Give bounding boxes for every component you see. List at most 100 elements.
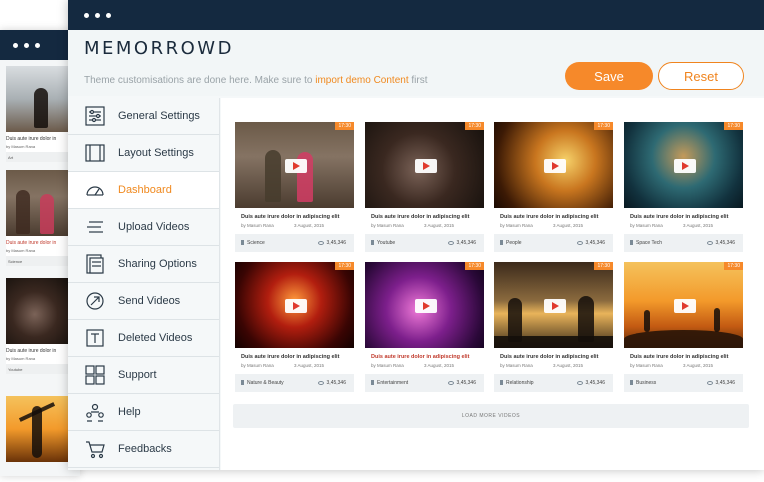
- background-video-card[interactable]: Duis aute irure dolor in by Masum Rana A…: [6, 66, 70, 162]
- video-category[interactable]: People: [500, 240, 522, 246]
- video-thumbnail[interactable]: [6, 396, 70, 462]
- video-thumbnail[interactable]: 17:30: [494, 262, 613, 348]
- play-icon[interactable]: [544, 159, 566, 173]
- video-duration: 17:30: [724, 122, 743, 130]
- category-icon: [241, 380, 244, 386]
- video-date: 3 August, 2015: [683, 363, 714, 368]
- video-duration: 17:30: [465, 262, 484, 270]
- video-title[interactable]: Duis aute irure dolor in adipiscing elit: [241, 354, 339, 360]
- play-icon[interactable]: [674, 159, 696, 173]
- screen: Duis aute irure dolor in by Masum Rana A…: [0, 0, 764, 482]
- video-thumbnail[interactable]: 17:30: [494, 122, 613, 208]
- sidebar-item-upload-videos[interactable]: Upload Videos: [68, 209, 219, 246]
- video-category[interactable]: Art: [6, 152, 70, 162]
- video-author: by Masum Rana: [371, 223, 404, 228]
- video-thumbnail[interactable]: 17:30: [235, 262, 354, 348]
- video-meta: Nature & Beauty 3,45,346: [235, 374, 354, 392]
- video-thumbnail[interactable]: [6, 170, 70, 236]
- video-category[interactable]: Relationship: [500, 380, 534, 386]
- video-card[interactable]: 17:30 Duis aute irure dolor in adipiscin…: [624, 122, 743, 254]
- video-title[interactable]: Duis aute irure dolor in adipiscing elit: [371, 214, 469, 220]
- sidebar-item-label: Dashboard: [118, 184, 172, 196]
- video-title[interactable]: Duis aute irure dolor in adipiscing elit: [630, 354, 728, 360]
- video-card[interactable]: 17:30 Duis aute irure dolor in adipiscin…: [624, 262, 743, 394]
- sidebar-item-layout-settings[interactable]: Layout Settings: [68, 135, 219, 172]
- window-dot-icon: [35, 42, 40, 48]
- category-icon: [500, 380, 503, 386]
- play-icon[interactable]: [674, 299, 696, 313]
- video-card[interactable]: 17:30 Duis aute irure dolor in adipiscin…: [235, 262, 354, 394]
- background-video-card[interactable]: Duis aute irure dolor in by Masum Rana Y…: [6, 278, 70, 374]
- video-category[interactable]: Science: [241, 240, 265, 246]
- play-icon[interactable]: [544, 299, 566, 313]
- video-thumbnail[interactable]: [6, 66, 70, 132]
- video-category[interactable]: Entertainment: [371, 380, 408, 386]
- background-video-card[interactable]: Duis aute irure dolor in by Masum Rana S…: [6, 170, 70, 266]
- video-card[interactable]: 17:30 Duis aute irure dolor in adipiscin…: [235, 122, 354, 254]
- sidebar-item-help[interactable]: Help: [68, 394, 219, 431]
- video-author: by Masum Rana: [6, 248, 36, 253]
- video-duration: 17:30: [724, 262, 743, 270]
- video-views: 3,45,346: [447, 380, 476, 386]
- video-meta: Business 3,45,346: [624, 374, 743, 392]
- video-card[interactable]: 17:30 Duis aute irure dolor in adipiscin…: [365, 122, 484, 254]
- video-thumbnail[interactable]: 17:30: [365, 262, 484, 348]
- video-card[interactable]: 17:30 Duis aute irure dolor in adipiscin…: [365, 262, 484, 394]
- video-title[interactable]: Duis aute irure dolor in: [6, 240, 70, 246]
- video-meta: Entertainment 3,45,346: [365, 374, 484, 392]
- video-title[interactable]: Duis aute irure dolor in: [6, 136, 70, 142]
- window-dot-icon[interactable]: [95, 12, 100, 18]
- video-views: 3,45,346: [576, 380, 605, 386]
- load-more-button[interactable]: LOAD MORE VIDEOS: [233, 404, 749, 428]
- video-card[interactable]: 17:30 Duis aute irure dolor in adipiscin…: [494, 122, 613, 254]
- video-date: 3 August, 2015: [424, 363, 455, 368]
- video-date: 3 August, 2015: [553, 223, 584, 228]
- sidebar-item-support[interactable]: Support: [68, 357, 219, 394]
- video-thumbnail[interactable]: 17:30: [624, 122, 743, 208]
- video-thumbnail[interactable]: 17:30: [365, 122, 484, 208]
- video-author: by Masum Rana: [241, 363, 274, 368]
- video-title[interactable]: Duis aute irure dolor in adipiscing elit: [241, 214, 339, 220]
- play-icon[interactable]: [415, 299, 437, 313]
- sidebar-item-sharing-options[interactable]: Sharing Options: [68, 246, 219, 283]
- play-icon[interactable]: [285, 299, 307, 313]
- video-thumbnail[interactable]: 17:30: [624, 262, 743, 348]
- video-duration: 17:30: [335, 122, 354, 130]
- video-thumbnail[interactable]: 17:30: [235, 122, 354, 208]
- main-window: MEMORROWD Theme customisations are done …: [68, 0, 764, 470]
- reset-button[interactable]: Reset: [658, 62, 744, 90]
- video-title[interactable]: Duis aute irure dolor in adipiscing elit: [500, 214, 598, 220]
- upload-icon: [84, 216, 106, 238]
- sidebar-item-label: Layout Settings: [118, 147, 194, 159]
- video-author: by Masum Rana: [371, 363, 404, 368]
- play-icon[interactable]: [285, 159, 307, 173]
- brand-logo[interactable]: MEMORROWD: [84, 38, 234, 59]
- sidebar-item-feedbacks[interactable]: Feedbacks: [68, 431, 219, 468]
- window-dot-icon[interactable]: [84, 12, 89, 18]
- window-dot-icon[interactable]: [106, 12, 111, 18]
- save-button[interactable]: Save: [565, 62, 653, 90]
- video-category[interactable]: Youtube: [6, 364, 70, 374]
- video-thumbnail[interactable]: [6, 278, 70, 344]
- video-title[interactable]: Duis aute irure dolor in: [6, 348, 70, 354]
- video-title[interactable]: Duis aute irure dolor in adipiscing elit: [371, 354, 469, 360]
- video-category[interactable]: Youtube: [371, 240, 395, 246]
- video-title[interactable]: Duis aute irure dolor in adipiscing elit: [630, 214, 728, 220]
- share-document-icon: [84, 253, 106, 275]
- play-icon[interactable]: [415, 159, 437, 173]
- video-category[interactable]: Business: [630, 380, 656, 386]
- sidebar-item-dashboard[interactable]: Dashboard: [68, 172, 219, 209]
- window-dot-icon: [24, 42, 29, 48]
- gauge-icon: [84, 179, 106, 201]
- video-title[interactable]: Duis aute irure dolor in adipiscing elit: [500, 354, 598, 360]
- sidebar-item-label: Support: [118, 369, 157, 381]
- sidebar-item-deleted-videos[interactable]: Deleted Videos: [68, 320, 219, 357]
- sidebar-item-send-videos[interactable]: Send Videos: [68, 283, 219, 320]
- import-demo-link[interactable]: import demo Content: [315, 75, 408, 86]
- sidebar-item-general-settings[interactable]: General Settings: [68, 98, 219, 135]
- video-card[interactable]: 17:30 Duis aute irure dolor in adipiscin…: [494, 262, 613, 394]
- video-category[interactable]: Science: [6, 256, 70, 266]
- background-video-card[interactable]: [6, 396, 70, 462]
- video-category[interactable]: Nature & Beauty: [241, 380, 284, 386]
- video-category[interactable]: Space Tech: [630, 240, 662, 246]
